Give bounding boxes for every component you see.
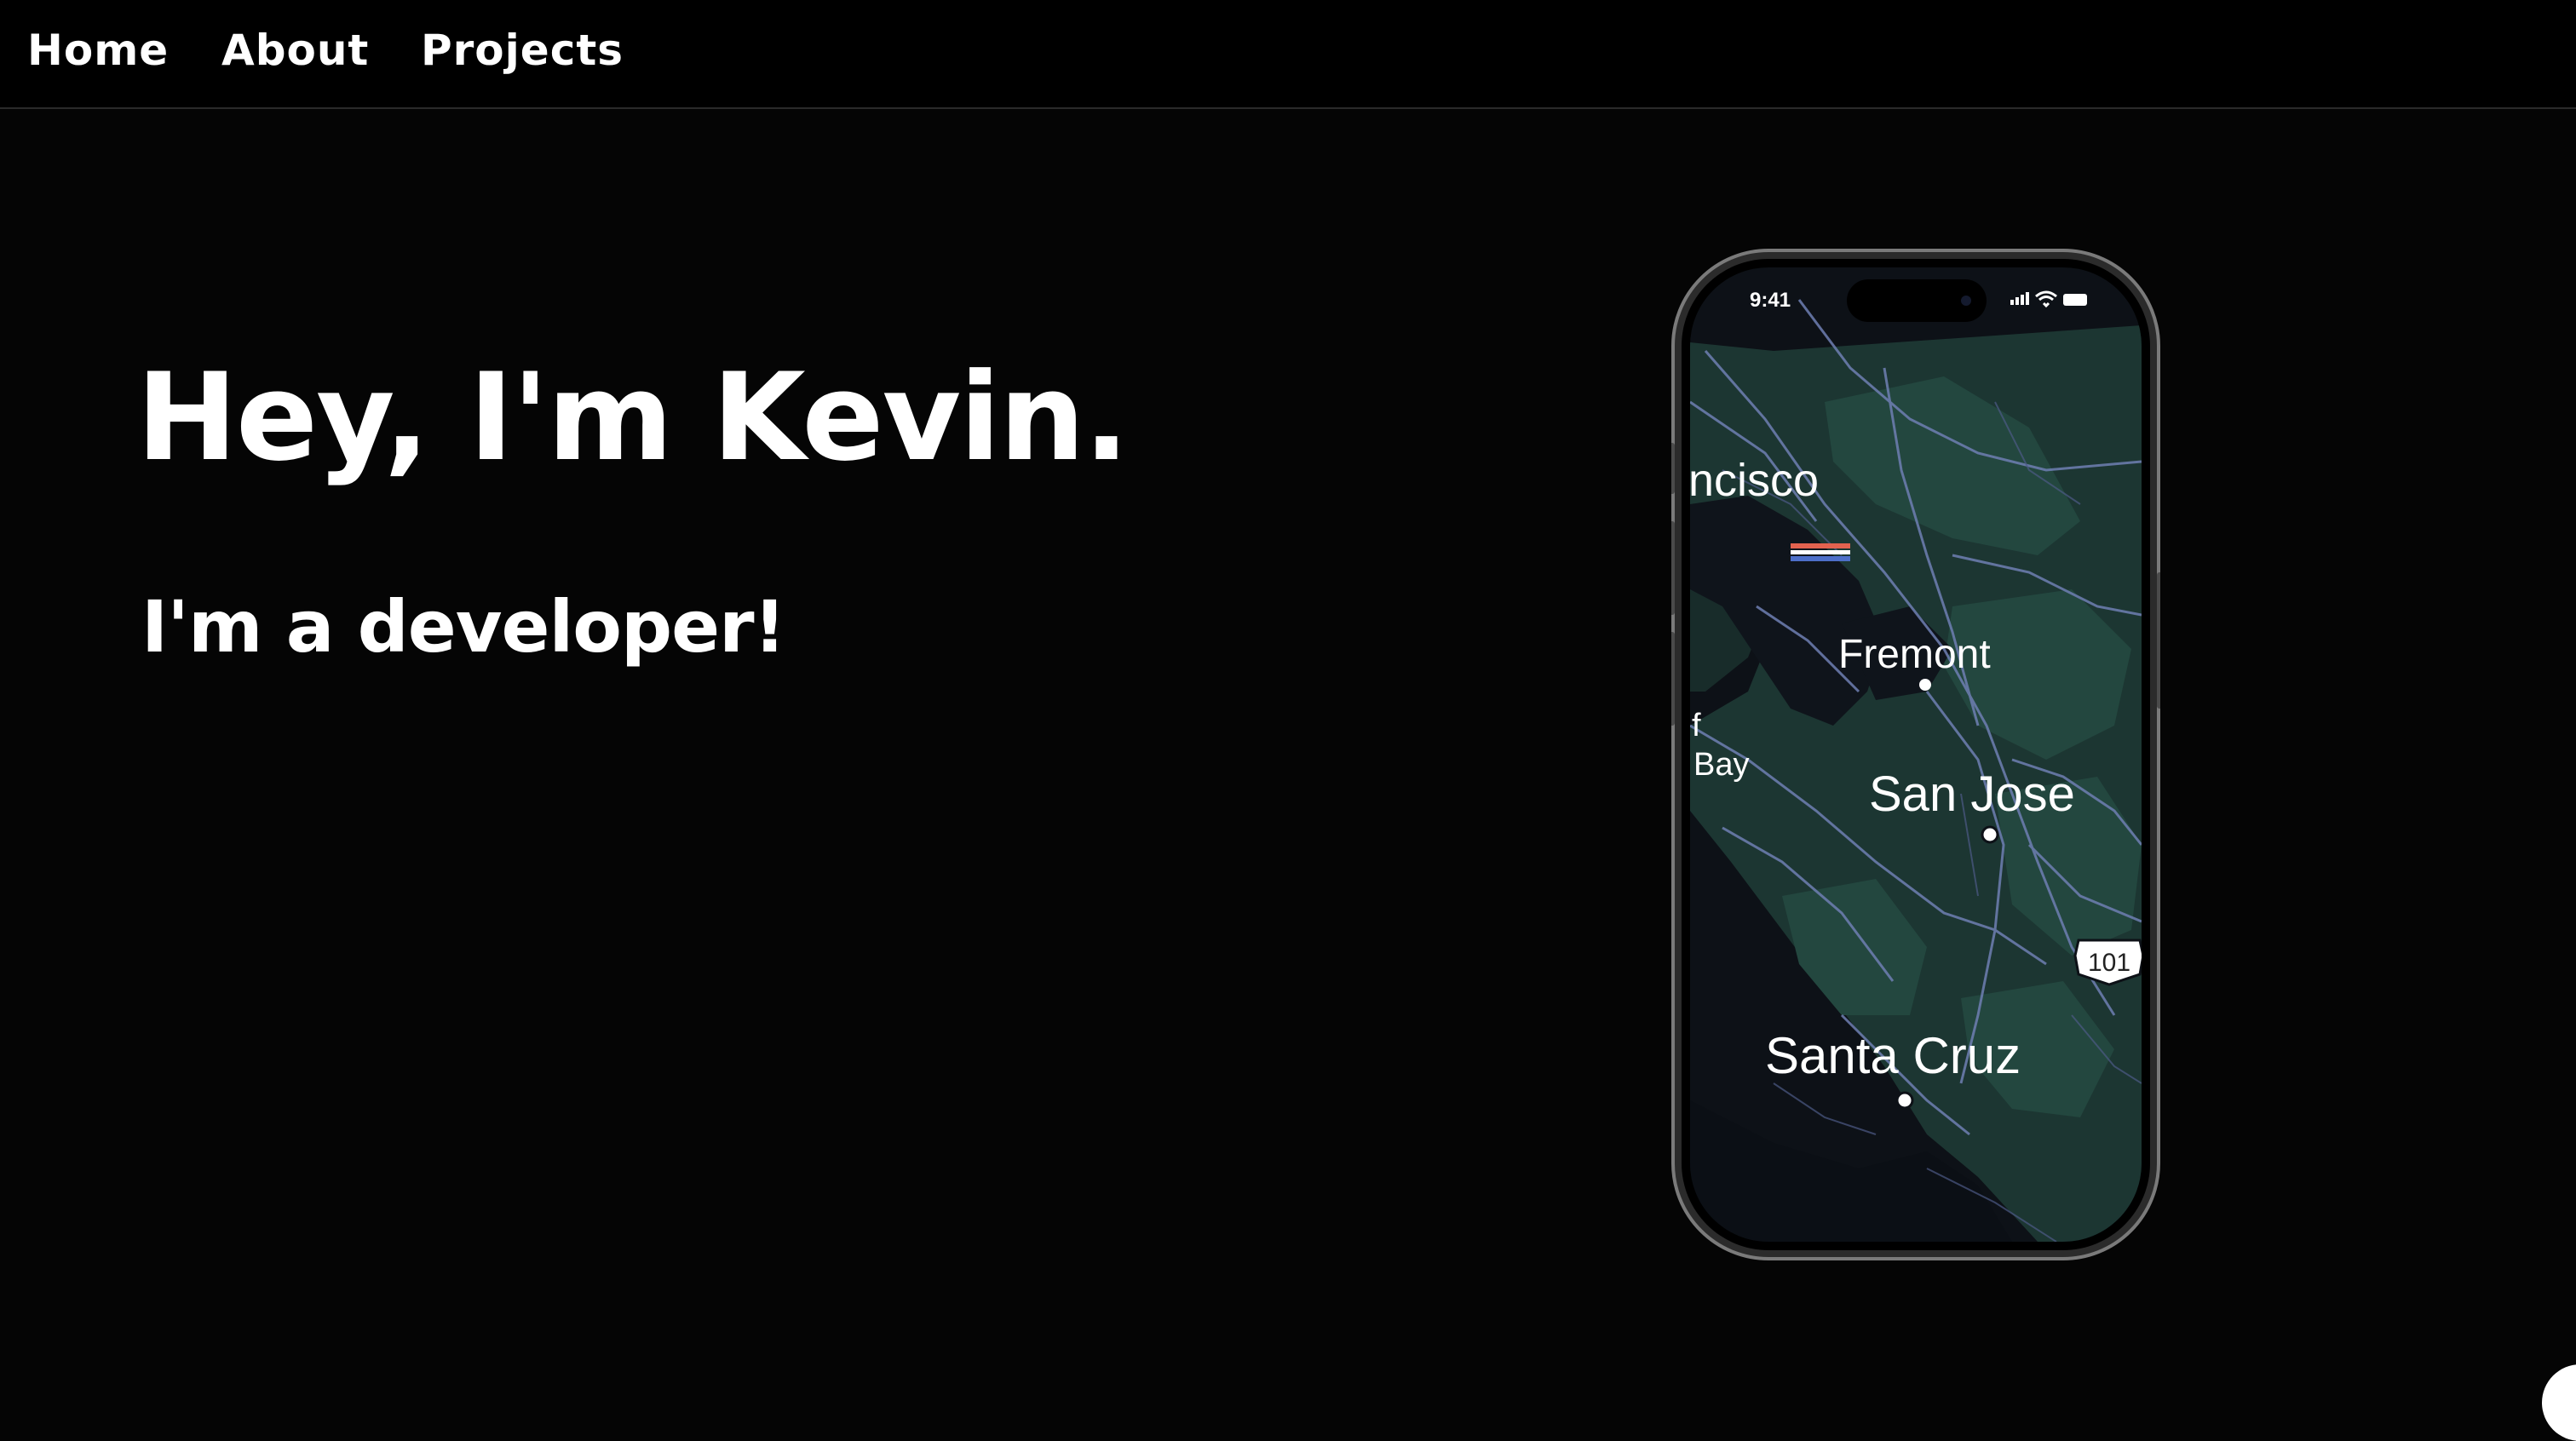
hero-title: Hey, I'm Kevin.: [136, 347, 1130, 488]
nav-home-link[interactable]: Home: [27, 26, 169, 75]
map-label-sf: ncisco: [1688, 455, 1819, 506]
san-jose-dot: [1981, 825, 1999, 844]
battery-icon: [2063, 294, 2087, 306]
scroll-indicator: [2542, 1364, 2576, 1441]
status-time: 9:41: [1750, 289, 1791, 312]
map-label-santa-cruz: Santa Cruz: [1765, 1027, 2021, 1084]
bridge-marker: [1791, 543, 1850, 548]
nav-projects-link[interactable]: Projects: [421, 26, 624, 75]
map-label-bay: Bay: [1693, 747, 1749, 783]
map-label-fremont: Fremont: [1838, 632, 1991, 677]
phone-svg: ncisco Fremont f Bay San Jose Santa Cruz…: [1671, 249, 2160, 1260]
phone-mockup: ncisco Fremont f Bay San Jose Santa Cruz…: [1671, 249, 2160, 1260]
top-navigation: Home About Projects: [0, 0, 2576, 109]
highway-label: 101: [2088, 949, 2130, 977]
phone-screen: ncisco Fremont f Bay San Jose Santa Cruz…: [1688, 267, 2142, 1242]
hero-subtitle: I'm a developer!: [141, 585, 786, 669]
map-label-san-jose: San Jose: [1869, 766, 2075, 822]
fremont-dot: [1919, 679, 1931, 691]
santa-cruz-dot: [1895, 1091, 1914, 1110]
map-label-f: f: [1692, 708, 1701, 743]
nav-about-link[interactable]: About: [221, 26, 369, 75]
